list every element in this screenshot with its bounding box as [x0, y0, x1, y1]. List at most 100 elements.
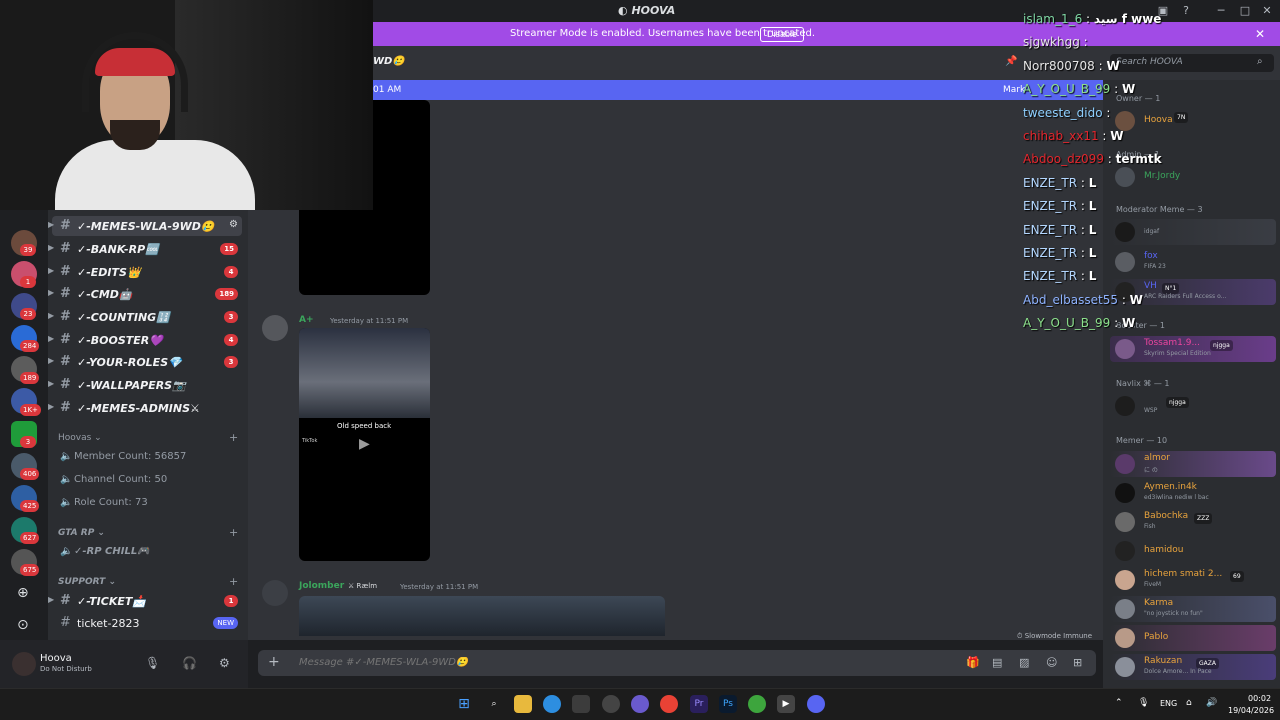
clock-date[interactable]: 19/04/2026 — [1228, 706, 1274, 715]
microphone-icon[interactable]: 🎙 — [145, 656, 160, 670]
file-explorer-icon[interactable] — [514, 695, 532, 713]
member-item[interactable]: Hoova 7N — [1110, 108, 1276, 134]
chevron-right-icon: ▶ — [48, 220, 55, 229]
chevron-up-icon[interactable]: ⌃ — [1115, 698, 1123, 708]
chrome-icon[interactable] — [660, 695, 678, 713]
voice-channel[interactable]: 🔈 Channel Count: 50 — [60, 474, 167, 485]
add-server-icon[interactable]: ⊕ — [17, 585, 29, 601]
edge-icon[interactable] — [543, 695, 561, 713]
channel-item-wallpapers[interactable]: ▶ # ✓-WALLPAPERS📷 — [48, 375, 242, 395]
avatar[interactable] — [12, 652, 36, 676]
search-icon[interactable]: ⌕ — [485, 695, 503, 713]
role-header: Navlix ⌘ — 1 — [1116, 379, 1170, 388]
channel-item-booster[interactable]: ▶ # ✓-BOOSTER💜 4 — [48, 330, 242, 350]
channel-item-bank-rp[interactable]: ▶ # ✓-BANK-RP🆒 15 — [48, 239, 242, 259]
member-tag: njgga — [1166, 397, 1189, 408]
member-item[interactable]: fox FIFA 23 — [1110, 249, 1276, 275]
headphones-icon[interactable]: 🎧 — [182, 656, 197, 670]
channel-item-ticket-2823[interactable]: # ticket-2823 NEW — [52, 613, 242, 633]
add-channel-icon[interactable]: + — [229, 431, 238, 444]
member-item[interactable]: hamidou — [1110, 538, 1276, 564]
member-item[interactable]: hichem smati 2... 69 FiveM — [1110, 567, 1276, 593]
member-item[interactable]: Karma "no joystick no fun" — [1110, 596, 1276, 622]
channel-item-memes-admins[interactable]: ▶ # ✓-MEMES-ADMINS⚔ — [48, 398, 242, 418]
mark-as-read[interactable]: Mark — [1003, 85, 1025, 95]
gif-icon[interactable]: ▤ — [992, 656, 1002, 669]
apps-icon[interactable]: ⊞ — [1073, 656, 1082, 669]
speaker-icon: 🔈 — [60, 451, 73, 462]
sticker-icon[interactable]: ▨ — [1019, 656, 1029, 669]
channel-item-your-roles[interactable]: ▶ # ✓-YOUR-ROLES💎 3 — [48, 352, 242, 372]
app-icon[interactable] — [602, 695, 620, 713]
avatar — [1115, 599, 1135, 619]
member-item[interactable]: Rakuzan GAZA Dolce Amore... In Pace — [1110, 654, 1276, 680]
message-input[interactable] — [299, 657, 799, 668]
media-icon[interactable]: ▶ — [777, 695, 795, 713]
network-icon[interactable]: ⌂ — [1186, 698, 1192, 708]
voice-channel[interactable]: 🔈 ✓-RP CHILL🎮 — [60, 546, 150, 557]
category-support[interactable]: SUPPORT ⌄ — [58, 577, 116, 587]
app-icon[interactable] — [631, 695, 649, 713]
voice-channel[interactable]: 🔈 Role Count: 73 — [60, 497, 148, 508]
member-item[interactable]: Pablo — [1110, 625, 1276, 651]
video-attachment[interactable]: Old speed back TikTok ▶ — [299, 328, 430, 561]
upload-plus-icon[interactable]: + — [268, 654, 280, 670]
channel-name: ✓-MEMES-WLA-9WD🥲 — [77, 220, 215, 233]
clock-time[interactable]: 00:02 — [1248, 694, 1271, 703]
message-author[interactable]: A+ — [299, 315, 314, 325]
discord-icon[interactable] — [807, 695, 825, 713]
member-item[interactable]: Aymen.in4k ed3iwlina nediw l bac — [1110, 480, 1276, 506]
member-item[interactable]: Tossam1.9... njgga Skyrim Special Editio… — [1110, 336, 1276, 362]
close-banner-icon[interactable]: ✕ — [1255, 27, 1265, 41]
close-window-icon[interactable]: ✕ — [1258, 3, 1276, 19]
microphone-icon[interactable]: 🎙 — [1138, 698, 1149, 708]
language-indicator[interactable]: ENG — [1160, 699, 1177, 708]
stream-chat-user: ENZE_TR — [1023, 175, 1078, 190]
discover-icon[interactable]: ⊙ — [17, 617, 29, 633]
new-messages-bar[interactable] — [373, 80, 1103, 100]
member-item[interactable]: Babochka ZZZ Fish — [1110, 509, 1276, 535]
stream-chat-separator: : — [1094, 58, 1107, 73]
windows-start-icon[interactable]: ⊞ — [455, 695, 473, 713]
channel-item-edits[interactable]: ▶ # ✓-EDITS👑 4 — [48, 262, 242, 282]
category-hoovas[interactable]: Hoovas ⌄ — [58, 433, 102, 443]
settings-icon[interactable]: ⚙ — [229, 219, 238, 230]
voice-channel[interactable]: 🔈 Member Count: 56857 — [60, 451, 186, 462]
message-time: Yesterday at 11:51 PM — [330, 317, 409, 325]
volume-icon[interactable]: 🔊 — [1206, 698, 1217, 708]
stream-chat-message: W — [1121, 82, 1136, 97]
message-avatar[interactable] — [262, 580, 288, 606]
member-item[interactable]: almor に の — [1110, 451, 1276, 477]
channel-item-cmd[interactable]: ▶ # ✓-CMD🤖 189 — [48, 284, 242, 304]
channel-item-ticket[interactable]: ▶ # ✓-TICKET📩 1 — [48, 591, 242, 611]
minimize-icon[interactable]: ─ — [1212, 3, 1230, 19]
member-item[interactable]: njgga WSP — [1110, 393, 1276, 419]
image-attachment[interactable] — [299, 596, 665, 636]
member-item[interactable]: idgaf — [1110, 219, 1276, 245]
store-icon[interactable] — [572, 695, 590, 713]
disable-streamer-mode-button[interactable]: Disable — [760, 27, 805, 42]
pin-icon[interactable]: 📌 — [1005, 56, 1017, 67]
search-input[interactable]: Search HOOVA — [1110, 54, 1274, 72]
premiere-icon[interactable]: Pr — [690, 695, 708, 713]
category-gta-rp[interactable]: GTA RP ⌄ — [58, 528, 105, 538]
play-icon[interactable]: ▶ — [359, 436, 370, 452]
user-settings-icon[interactable]: ⚙ — [219, 656, 230, 670]
member-item[interactable]: Mr.Jordy — [1110, 164, 1276, 190]
add-channel-icon[interactable]: + — [229, 526, 238, 539]
channel-item-counting[interactable]: ▶ # ✓-COUNTING🔢 3 — [48, 307, 242, 327]
message-avatar[interactable] — [262, 315, 288, 341]
app-icon[interactable] — [748, 695, 766, 713]
user-name[interactable]: Hoova — [40, 653, 72, 664]
emoji-icon[interactable]: ☺ — [1046, 656, 1057, 669]
gift-icon[interactable]: 🎁 — [966, 656, 980, 669]
channel-item-memes-wla-9wd[interactable]: ▶ # ✓-MEMES-WLA-9WD🥲 ⚙ — [48, 216, 242, 236]
member-name: fox — [1144, 251, 1158, 261]
search-icon[interactable]: ⌕ — [1257, 56, 1263, 67]
maximize-icon[interactable]: □ — [1236, 3, 1254, 19]
add-channel-icon[interactable]: + — [229, 575, 238, 588]
user-status: Do Not Disturb — [40, 665, 92, 673]
message-author[interactable]: Jolomber — [299, 581, 344, 591]
photoshop-icon[interactable]: Ps — [719, 695, 737, 713]
help-icon[interactable]: ? — [1177, 3, 1195, 19]
